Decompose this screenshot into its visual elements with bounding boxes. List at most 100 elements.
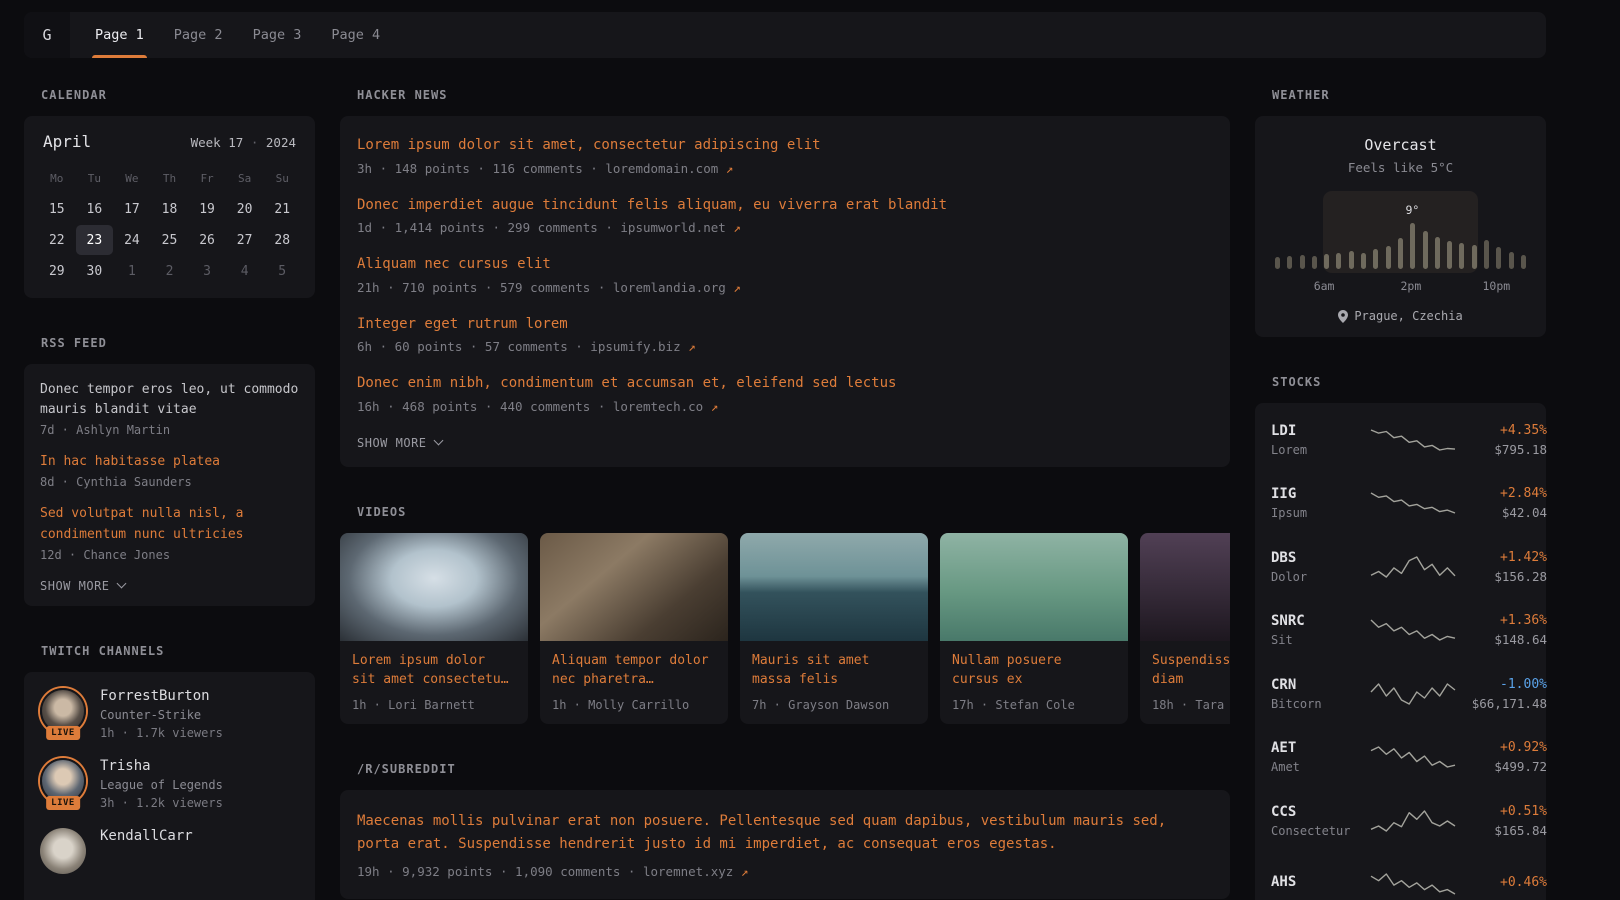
- tab-page-3[interactable]: Page 3: [250, 12, 305, 58]
- hn-show-more-button[interactable]: SHOW MORE: [357, 436, 442, 450]
- subreddit-domain-link[interactable]: loremnet.xyz ↗: [643, 864, 748, 879]
- video-meta: 7h · Grayson Dawson: [752, 698, 916, 712]
- weather-hour-bar[interactable]: [1349, 251, 1354, 269]
- stock-row[interactable]: LDI Lorem +4.35% $795.18: [1271, 408, 1530, 472]
- weather-hour-bar[interactable]: [1386, 246, 1391, 269]
- sparkline-chart: [1371, 488, 1455, 518]
- weather-hour-bar[interactable]: [1312, 256, 1317, 269]
- weather-hour-bar[interactable]: [1423, 231, 1428, 269]
- weather-hour-bar[interactable]: [1410, 223, 1415, 269]
- rss-item-title[interactable]: Donec tempor eros leo, ut commodo mauris…: [40, 380, 299, 420]
- hn-item-title[interactable]: Aliquam nec cursus elit: [357, 255, 1213, 275]
- weather-hour-bar[interactable]: [1336, 253, 1341, 269]
- video-card[interactable]: Nullam posuere cursus ex 17h · Stefan Co…: [940, 533, 1128, 724]
- stock-price: $148.64: [1455, 632, 1547, 647]
- stock-row[interactable]: DBS Dolor +1.42% $156.28: [1271, 535, 1530, 599]
- stock-change: -1.00%: [1455, 677, 1547, 692]
- hn-item-domain-link[interactable]: loremlandia.org ↗: [613, 280, 741, 295]
- hn-item-domain-link[interactable]: ipsumworld.net ↗: [620, 220, 740, 235]
- weather-widget: WEATHER Overcast Feels like 5°C 9° 6am 2…: [1255, 88, 1546, 337]
- video-body: Aliquam tempor dolor nec pharetra… 1h · …: [540, 641, 728, 724]
- calendar-day-header: Mo: [38, 163, 76, 193]
- weather-hour-bar[interactable]: [1472, 245, 1477, 269]
- stock-price: $499.72: [1455, 759, 1547, 774]
- channel-meta: 1h · 1.7k viewers: [100, 726, 223, 740]
- stock-identity: IIG Ipsum: [1271, 486, 1371, 520]
- twitch-channel[interactable]: LIVE ForrestBurton Counter-Strike 1h · 1…: [40, 688, 299, 740]
- calendar-day-header: We: [113, 163, 151, 193]
- weather-condition: Overcast: [1271, 136, 1530, 154]
- video-card[interactable]: Lorem ipsum dolor sit amet consectetu… 1…: [340, 533, 528, 724]
- stock-change: +0.51%: [1455, 804, 1547, 819]
- stock-row[interactable]: AHS +0.46%: [1271, 853, 1530, 900]
- stock-row[interactable]: IIG Ipsum +2.84% $42.04: [1271, 472, 1530, 536]
- sparkline-chart: [1371, 679, 1455, 709]
- external-link-icon: ↗: [711, 399, 719, 414]
- weather-hour-bar[interactable]: [1275, 257, 1280, 269]
- stock-row[interactable]: CCS Consectetur +0.51% $165.84: [1271, 789, 1530, 853]
- twitch-channel[interactable]: LIVE Trisha League of Legends 3h · 1.2k …: [40, 758, 299, 810]
- weather-hour-bar[interactable]: [1459, 243, 1464, 269]
- hn-item-domain-link[interactable]: ipsumify.biz ↗: [590, 339, 695, 354]
- weather-hour-bar[interactable]: [1435, 237, 1440, 269]
- stock-sparkline: [1371, 488, 1455, 518]
- weather-hour-bar[interactable]: [1509, 252, 1514, 269]
- stock-row[interactable]: AET Amet +0.92% $499.72: [1271, 726, 1530, 790]
- weather-hour-bar[interactable]: [1373, 249, 1378, 269]
- video-body: Suspendisse volutpat diam 18h · Tara: [1140, 641, 1230, 724]
- rss-item-title[interactable]: Sed volutpat nulla nisl, a condimentum n…: [40, 504, 299, 544]
- tab-page-1[interactable]: Page 1: [92, 12, 147, 58]
- hn-item: Lorem ipsum dolor sit amet, consectetur …: [357, 136, 1213, 176]
- rss-show-more-button[interactable]: SHOW MORE: [40, 579, 125, 593]
- peak-temp-label: 9°: [1406, 203, 1420, 217]
- hn-item-title[interactable]: Lorem ipsum dolor sit amet, consectetur …: [357, 136, 1213, 156]
- video-card[interactable]: Mauris sit amet massa felis 7h · Grayson…: [740, 533, 928, 724]
- channel-name: Trisha: [100, 758, 223, 774]
- weather-location[interactable]: Prague, Czechia: [1271, 309, 1530, 323]
- external-link-icon: ↗: [741, 864, 749, 879]
- weather-hour-bar[interactable]: [1300, 255, 1305, 269]
- channel-game: League of Legends: [100, 778, 223, 792]
- rss-item-title[interactable]: In hac habitasse platea: [40, 452, 299, 472]
- weather-hour-bar[interactable]: [1447, 241, 1452, 269]
- channel-avatar: [40, 828, 86, 874]
- weather-location-text: Prague, Czechia: [1354, 309, 1462, 323]
- external-link-icon: ↗: [733, 280, 741, 295]
- hn-item-title[interactable]: Donec enim nibh, condimentum et accumsan…: [357, 374, 1213, 394]
- stock-name: Dolor: [1271, 570, 1371, 584]
- weather-hour-bar[interactable]: [1324, 254, 1329, 269]
- weather-hour-bar[interactable]: [1484, 240, 1489, 269]
- hn-item-title[interactable]: Integer eget rutrum lorem: [357, 315, 1213, 335]
- stock-identity: LDI Lorem: [1271, 423, 1371, 457]
- calendar-card: April Week 17 · 2024 MoTuWeThFrSaSu15161…: [24, 116, 315, 298]
- stock-row[interactable]: SNRC Sit +1.36% $148.64: [1271, 599, 1530, 663]
- hn-item-title[interactable]: Donec imperdiet augue tincidunt felis al…: [357, 196, 1213, 216]
- weather-hour-bar[interactable]: [1521, 255, 1526, 269]
- weather-hour-bar[interactable]: [1361, 253, 1366, 269]
- hn-item-domain-link[interactable]: loremdomain.com ↗: [605, 161, 733, 176]
- stock-numbers: +0.46%: [1455, 875, 1547, 894]
- top-navbar: G Page 1 Page 2 Page 3 Page 4: [24, 12, 1546, 58]
- stock-price: $42.04: [1455, 505, 1547, 520]
- subreddit-post-title[interactable]: Maecenas mollis pulvinar erat non posuer…: [357, 810, 1213, 856]
- video-title: Nullam posuere cursus ex: [952, 651, 1116, 690]
- stock-row[interactable]: CRN Bitcorn -1.00% $66,171.48: [1271, 662, 1530, 726]
- calendar-date-selected: 23: [76, 225, 114, 255]
- hn-item-domain-link[interactable]: loremtech.co ↗: [613, 399, 718, 414]
- twitch-channel[interactable]: KendallCarr: [40, 828, 299, 874]
- calendar-date: 26: [188, 225, 226, 255]
- tab-page-2[interactable]: Page 2: [171, 12, 226, 58]
- stock-price: $66,171.48: [1455, 696, 1547, 711]
- weather-hour-bar[interactable]: [1398, 238, 1403, 269]
- weather-hour-bar[interactable]: [1287, 256, 1292, 269]
- chevron-down-icon: [116, 579, 126, 589]
- weather-hour-bar[interactable]: [1496, 247, 1501, 269]
- stock-identity: SNRC Sit: [1271, 613, 1371, 647]
- tab-page-4[interactable]: Page 4: [328, 12, 383, 58]
- video-card[interactable]: Aliquam tempor dolor nec pharetra… 1h · …: [540, 533, 728, 724]
- hn-item: Integer eget rutrum lorem 6h · 60 points…: [357, 315, 1213, 355]
- rss-item: Sed volutpat nulla nisl, a condimentum n…: [40, 504, 299, 561]
- calendar-date: 24: [113, 225, 151, 255]
- video-card[interactable]: Suspendisse volutpat diam 18h · Tara: [1140, 533, 1230, 724]
- separator-dot: ·: [251, 135, 259, 150]
